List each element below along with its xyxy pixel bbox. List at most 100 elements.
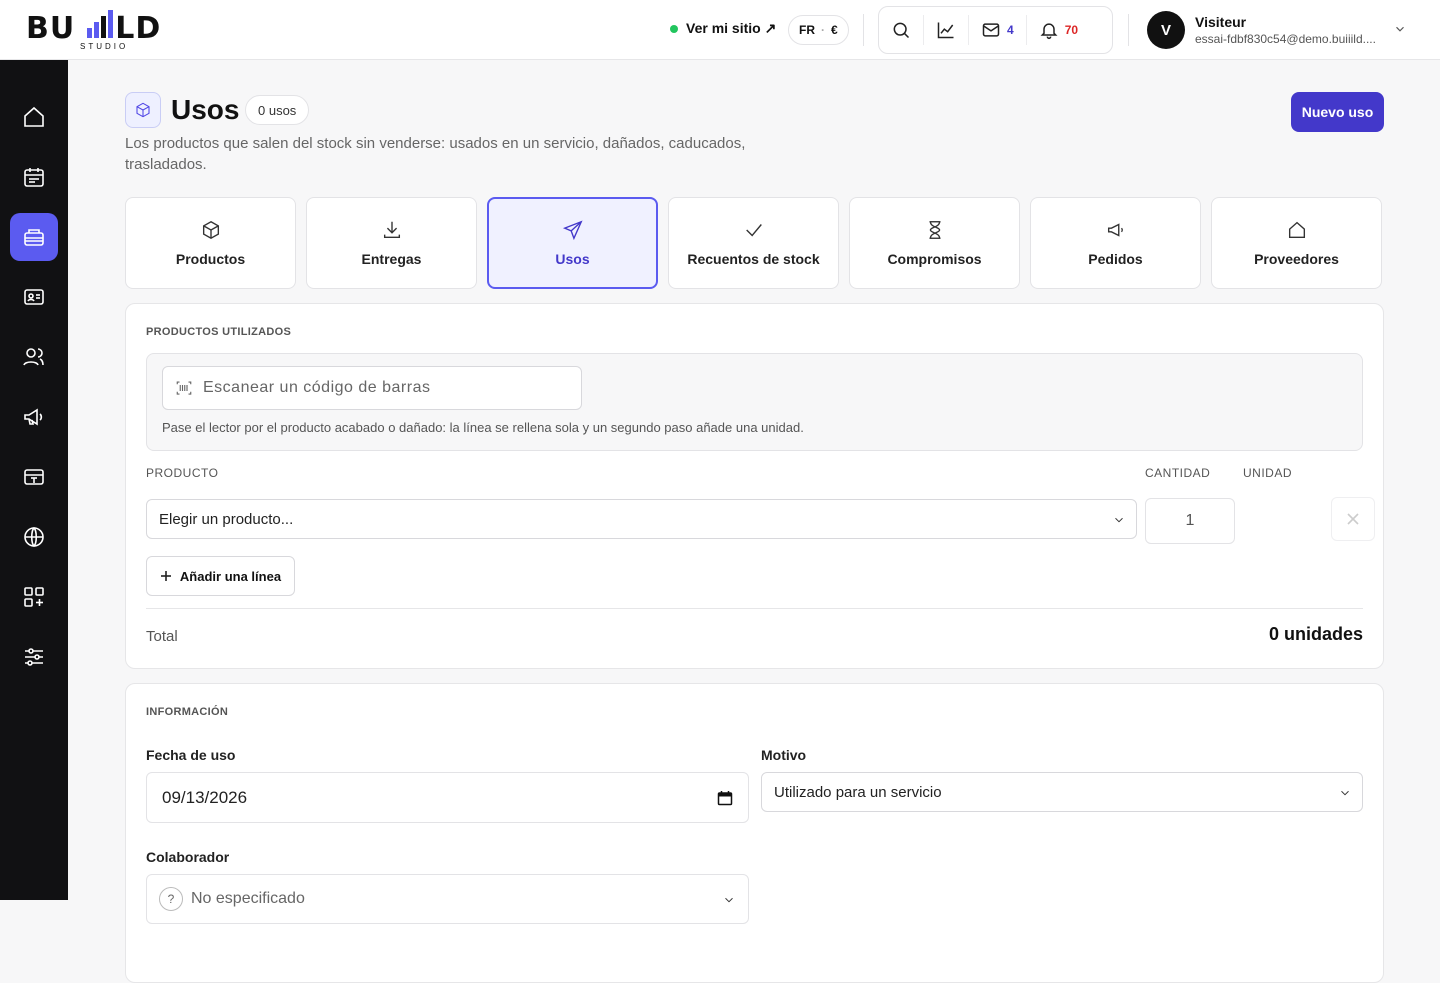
apps-icon: [24, 587, 44, 607]
notifications-button[interactable]: 70: [1025, 15, 1090, 45]
tab-label: Productos: [175, 251, 246, 267]
tab-label: Entregas: [361, 251, 422, 267]
add-line-button[interactable]: Añadir una línea: [146, 556, 295, 596]
remove-line-button[interactable]: [1331, 497, 1375, 541]
tab-productos[interactable]: Productos: [125, 197, 296, 289]
reason-label: Motivo: [761, 747, 807, 763]
unknown-user-icon: ?: [159, 887, 183, 911]
contact-card-icon: [24, 289, 44, 305]
tab-usos[interactable]: Usos: [487, 197, 658, 289]
sidebar-item-marketing[interactable]: [10, 393, 58, 441]
reason-value: Utilizado para un servicio: [774, 783, 942, 801]
stats-button[interactable]: [923, 15, 968, 45]
bell-icon: [1040, 23, 1058, 40]
tab-proveedores[interactable]: Proveedores: [1211, 197, 1382, 289]
divider: [863, 14, 864, 46]
sidebar-item-settings[interactable]: [10, 633, 58, 681]
online-status-dot: [670, 24, 678, 33]
sidebar-item-contacts[interactable]: [10, 273, 58, 321]
calendar-icon[interactable]: [717, 790, 733, 806]
inventory-icon: [24, 229, 44, 246]
product-select-value: Elegir un producto...: [159, 510, 294, 528]
collaborator-value: No especificado: [191, 890, 305, 907]
avatar: V: [1147, 11, 1185, 49]
tab-label: Compromisos: [887, 251, 982, 267]
tab-compromisos[interactable]: Compromisos: [849, 197, 1020, 289]
search-icon: [893, 22, 910, 39]
settings-sliders-icon: [25, 648, 43, 666]
close-icon: [1347, 513, 1359, 525]
sidebar-item-inventory[interactable]: [10, 213, 58, 261]
search-button[interactable]: [879, 7, 923, 53]
user-menu[interactable]: V Visiteur essai-fdbf830c54@demo.buiiild…: [1147, 11, 1376, 49]
main-content: Usos 0 usos Los productos que salen del …: [68, 60, 1440, 983]
column-header-product: PRODUCTO: [146, 466, 219, 480]
total-label: Total: [146, 628, 178, 645]
user-name: Visiteur: [1195, 14, 1247, 30]
messages-button[interactable]: 4: [968, 15, 1026, 45]
language-code: FR: [799, 23, 815, 37]
sidebar-item-calendar[interactable]: [10, 153, 58, 201]
sidebar-item-apps[interactable]: [10, 573, 58, 621]
tab-entregas[interactable]: Entregas: [306, 197, 477, 289]
messages-count: 4: [1007, 23, 1014, 37]
barcode-scan-icon: [176, 381, 192, 395]
usage-date-input[interactable]: 09/13/2026: [146, 772, 749, 823]
home-icon: [1288, 221, 1305, 239]
notifications-count: 70: [1064, 23, 1079, 37]
tabs: Productos Entregas Usos Recuentos de sto…: [125, 197, 1382, 289]
chevron-down-icon: [1341, 790, 1349, 796]
megaphone-icon: [24, 408, 43, 426]
plus-icon: [160, 571, 171, 581]
hourglass-icon: [929, 221, 940, 239]
collaborator-select[interactable]: ? No especificado: [146, 874, 749, 924]
reason-select[interactable]: Utilizado para un servicio: [761, 772, 1363, 812]
sidebar-item-register[interactable]: [10, 453, 58, 501]
tab-recuentos[interactable]: Recuentos de stock: [668, 197, 839, 289]
logo-subtitle: STUDIO: [80, 42, 129, 51]
section-title: PRODUCTOS UTILIZADOS: [146, 326, 292, 338]
header-tools: 4 70: [878, 6, 1113, 54]
total-value: 0 unidades: [1268, 624, 1363, 644]
send-icon: [562, 220, 583, 241]
divider: [1128, 14, 1129, 46]
top-bar: BU LD STUDIO Ver mi sitio ↗ FR · € 4 70 …: [0, 0, 1440, 60]
cash-register-icon: [24, 469, 44, 485]
box-icon: [136, 102, 150, 118]
products-used-card: PRODUCTOS UTILIZADOS Escanear un código …: [125, 303, 1384, 669]
tab-pedidos[interactable]: Pedidos: [1030, 197, 1201, 289]
divider: [146, 608, 1363, 609]
product-select[interactable]: Elegir un producto...: [146, 499, 1137, 539]
information-card: INFORMACIÓN Fecha de uso 09/13/2026 Moti…: [125, 683, 1384, 983]
locale-switcher[interactable]: FR · €: [788, 15, 849, 45]
calendar-icon: [24, 168, 44, 187]
view-site-link[interactable]: Ver mi sitio ↗: [670, 20, 776, 37]
section-title: INFORMACIÓN: [146, 706, 229, 718]
collaborator-label: Colaborador: [146, 849, 230, 865]
home-icon: [24, 106, 44, 127]
sidebar-item-website[interactable]: [10, 513, 58, 561]
sidebar-item-home[interactable]: [10, 93, 58, 141]
tab-label: Pedidos: [1088, 251, 1143, 267]
brand-logo[interactable]: BU LD STUDIO: [26, 8, 182, 52]
check-icon: [745, 224, 762, 237]
view-site-label: Ver mi sitio ↗: [686, 20, 777, 36]
sidebar-item-users[interactable]: [10, 333, 58, 381]
barcode-placeholder: Escanear un código de barras: [203, 379, 431, 396]
tab-label: Usos: [555, 251, 590, 267]
mail-icon: [982, 23, 1000, 37]
new-usage-button[interactable]: Nuevo uso: [1291, 92, 1384, 132]
chevron-down-icon[interactable]: [1393, 22, 1407, 36]
column-header-quantity: CANTIDAD: [1145, 466, 1211, 480]
barcode-input[interactable]: Escanear un código de barras: [162, 366, 582, 410]
barcode-scan-panel: Escanear un código de barras Pase el lec…: [146, 353, 1363, 451]
box-icon: [202, 220, 219, 240]
page-title: Usos: [171, 94, 240, 125]
chevron-down-icon: [725, 897, 733, 903]
quantity-input[interactable]: 1: [1145, 498, 1235, 544]
scan-hint: Pase el lector por el producto acabado o…: [162, 420, 804, 435]
count-badge: 0 usos: [245, 95, 310, 125]
tab-label: Proveedores: [1254, 251, 1339, 267]
column-header-unit: UNIDAD: [1243, 466, 1293, 480]
date-value: 09/13/2026: [162, 787, 248, 807]
